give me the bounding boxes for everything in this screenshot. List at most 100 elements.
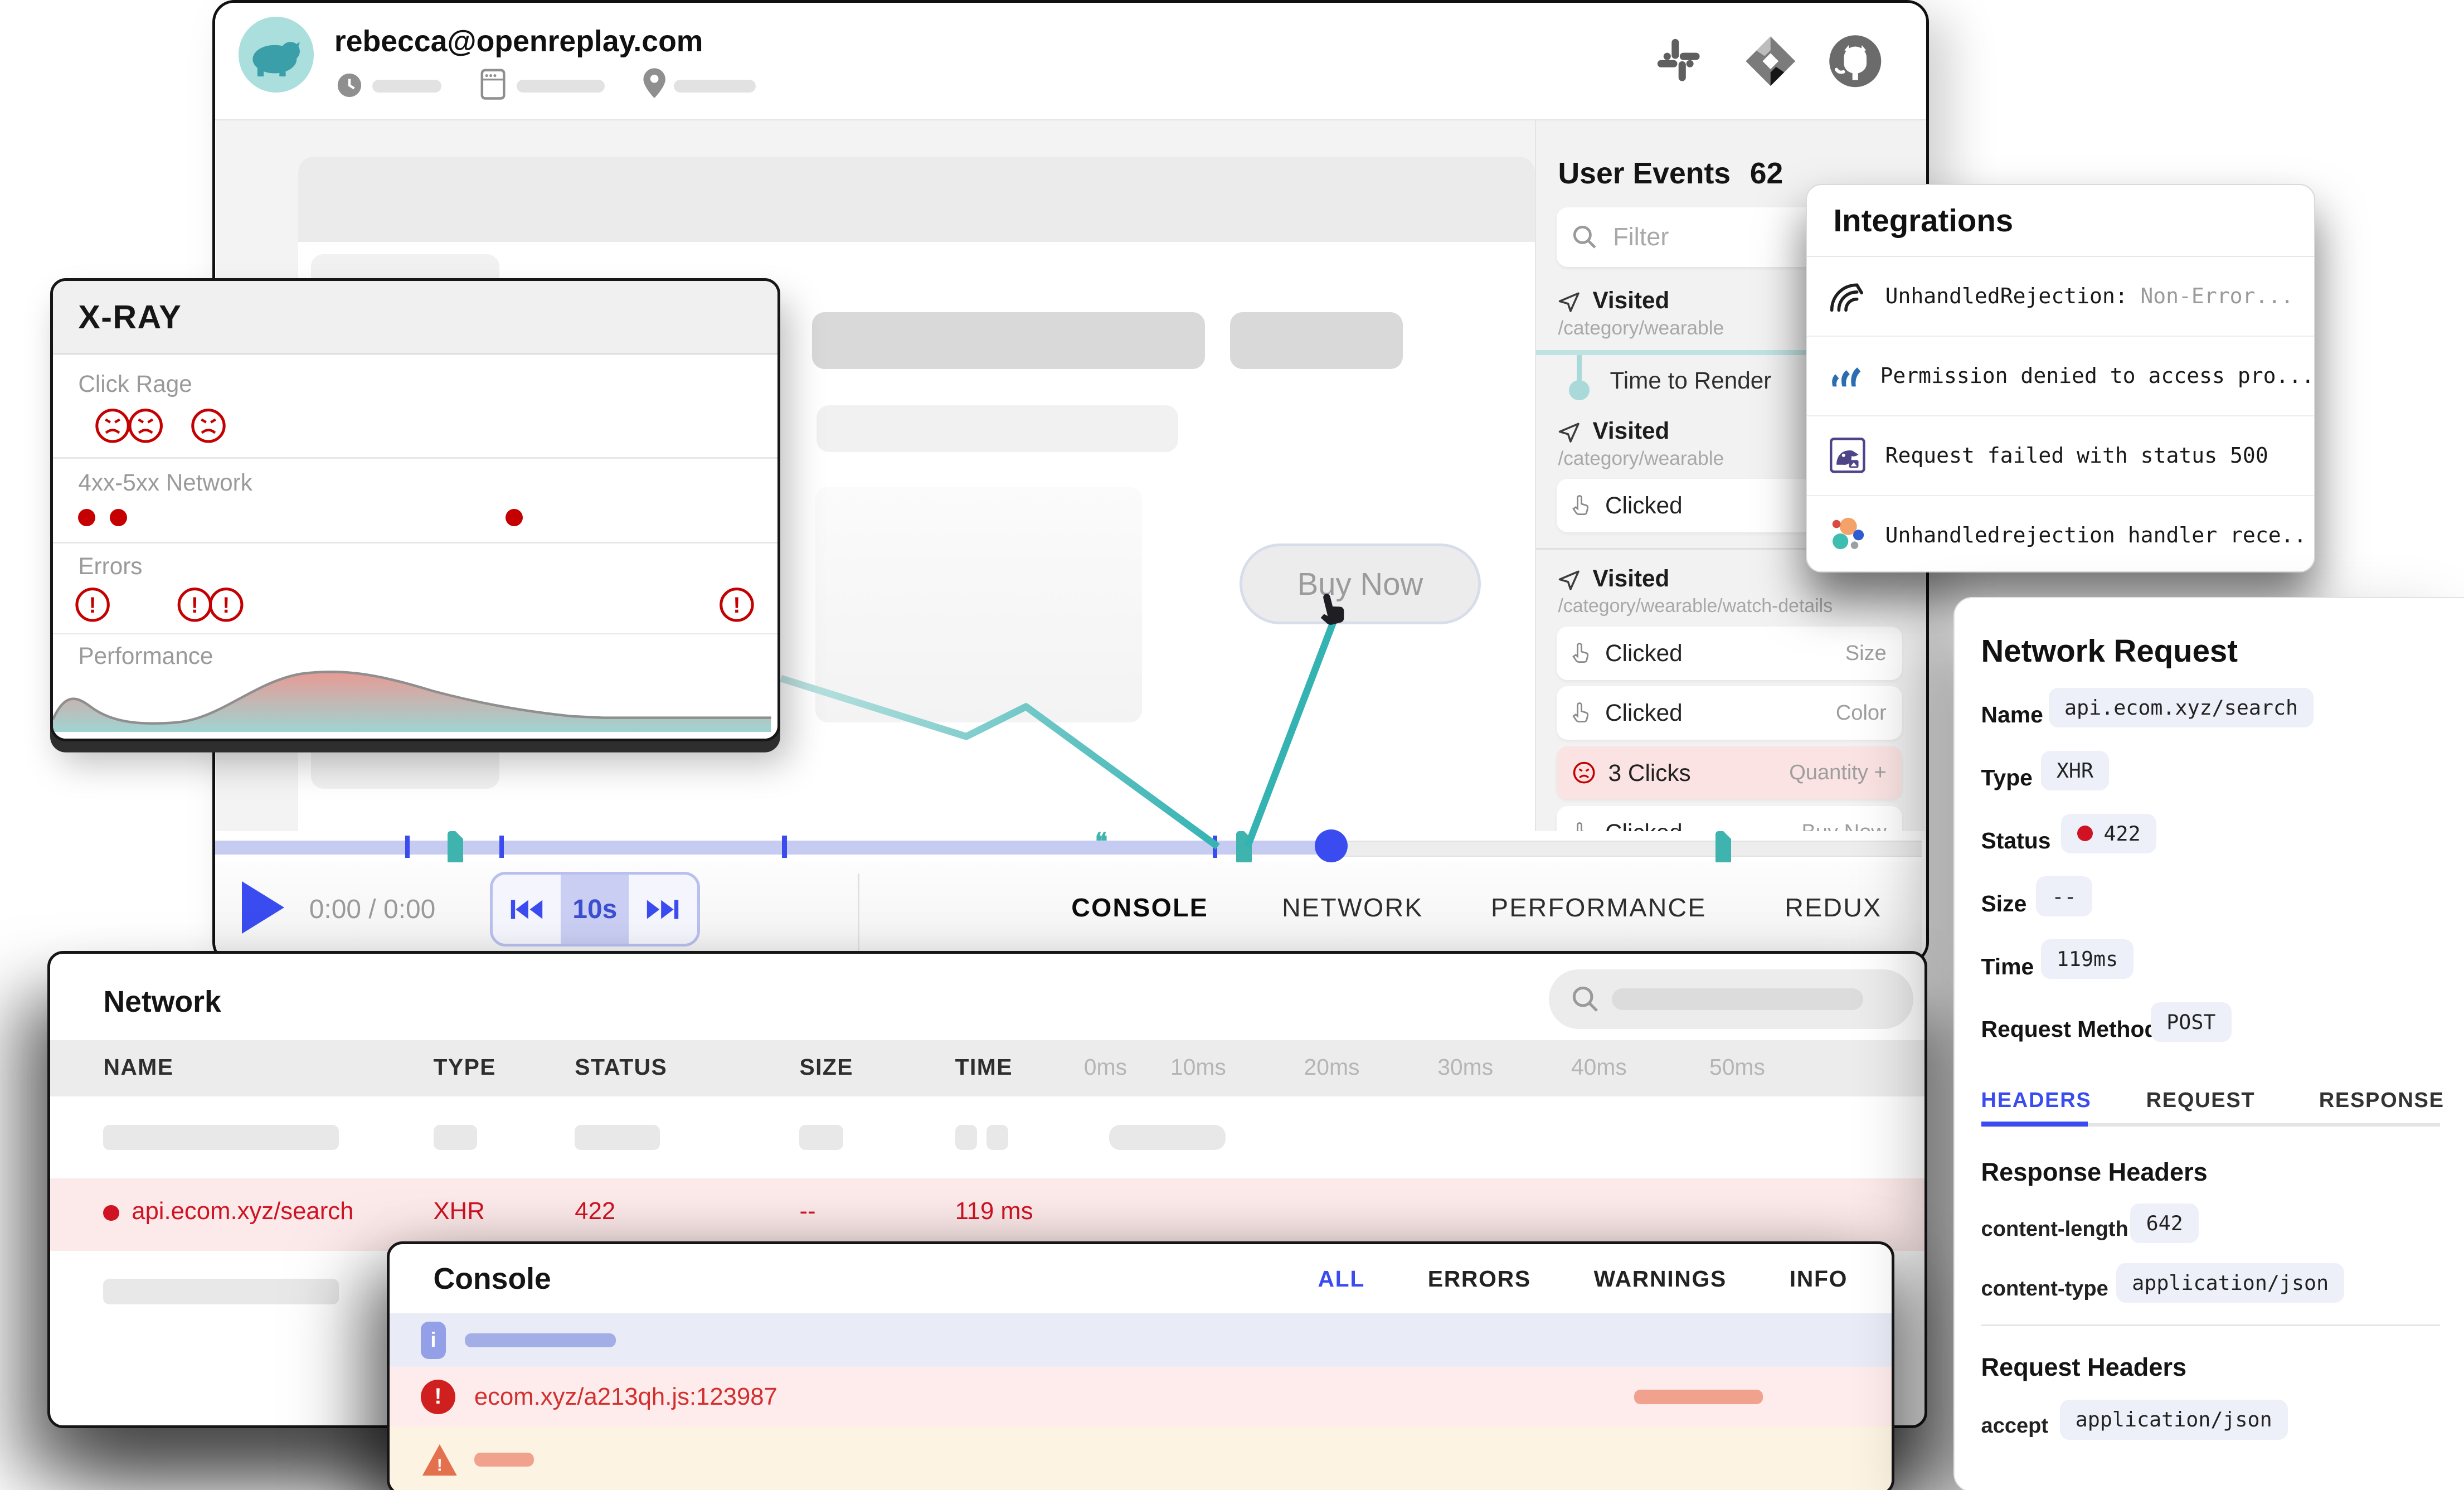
timeline-played-track[interactable] — [215, 841, 1331, 855]
rage-click-markers — [95, 407, 252, 445]
slack-icon[interactable] — [1654, 36, 1703, 84]
integration-elastic-text: Unhandledrejection handler rece.. — [1885, 523, 2307, 547]
network-search-box[interactable] — [1549, 969, 1913, 1029]
field-name-value: api.ecom.xyz/search — [2049, 688, 2314, 727]
event-time-to-render[interactable]: Time to Render — [1610, 367, 1772, 394]
elastic-icon — [1829, 516, 1867, 554]
tab-redux[interactable]: REDUX — [1785, 892, 1882, 923]
rhino-icon — [239, 17, 314, 92]
datadog-icon — [1829, 436, 1867, 474]
waterfall-bar — [1109, 1125, 1226, 1150]
bugsnag-icon — [1829, 357, 1862, 395]
console-row-error[interactable]: ! ecom.xyz/a213qh.js:123987 — [390, 1367, 1892, 1426]
integration-row-elastic[interactable]: Unhandledrejection handler rece.. — [1807, 496, 2315, 573]
network-request-panel: Network Request Name api.ecom.xyz/search… — [1953, 597, 2464, 1489]
network-table-header: NAME TYPE STATUS SIZE TIME 0ms 10ms 20ms… — [50, 1040, 1925, 1097]
click-hand-icon — [1572, 494, 1593, 517]
tab-console[interactable]: CONSOLE — [1071, 892, 1208, 923]
field-status-value: 422 — [2061, 814, 2156, 853]
col-status[interactable]: STATUS — [575, 1054, 667, 1080]
timeline-page-marker[interactable] — [448, 831, 463, 864]
timeline-event-tick — [405, 836, 410, 857]
header-content-type-value: application/json — [2116, 1263, 2344, 1303]
console-row-warning[interactable]: ! — [390, 1426, 1892, 1489]
event-clicked-label: Clicked — [1605, 492, 1683, 519]
xray-divider — [53, 633, 777, 635]
skip-back-icon — [509, 897, 544, 922]
play-button[interactable] — [242, 881, 284, 934]
player-controls: ❝ 0:00 / 0:00 10s — [215, 831, 1922, 962]
tab-performance[interactable]: PERFORMANCE — [1491, 892, 1707, 923]
console-tab-all[interactable]: ALL — [1318, 1266, 1365, 1292]
jira-icon[interactable] — [1742, 33, 1799, 90]
visited-icon — [1558, 421, 1581, 444]
timeline-event-tick — [499, 836, 504, 857]
tab-request[interactable]: REQUEST — [2146, 1089, 2256, 1113]
col-time[interactable]: TIME — [955, 1054, 1013, 1080]
ruler-50ms: 50ms — [1709, 1054, 1765, 1080]
console-row-info[interactable]: i — [390, 1313, 1892, 1367]
console-error-skeleton — [1634, 1390, 1763, 1404]
console-header: Console ALL ERRORS WARNINGS INFO — [390, 1244, 1892, 1313]
visited-icon — [1558, 290, 1581, 314]
replayed-subtitle-skeleton — [817, 405, 1178, 453]
skip-control: 10s — [490, 872, 700, 947]
error-icon: ! — [421, 1380, 455, 1414]
integrations-panel: Integrations UnhandledRejection: Non-Err… — [1806, 184, 2316, 573]
performance-chart — [53, 663, 771, 732]
skip-back-button[interactable] — [493, 875, 561, 944]
timeline-page-marker[interactable] — [1715, 831, 1731, 864]
integration-row-sentry[interactable]: UnhandledRejection: Non-Error... — [1807, 257, 2315, 337]
integration-row-datadog[interactable]: Request failed with status 500 — [1807, 416, 2315, 496]
console-warning-skeleton — [474, 1453, 534, 1467]
tab-network[interactable]: NETWORK — [1282, 892, 1423, 923]
visited-icon — [1558, 569, 1581, 592]
session-browser-skeleton — [517, 80, 605, 93]
timeline-page-marker[interactable] — [1236, 831, 1252, 864]
network-row-skeleton[interactable] — [50, 1103, 1925, 1172]
replayed-product-image-skeleton — [815, 487, 1142, 722]
console-tab-info[interactable]: INFO — [1790, 1266, 1848, 1292]
event-visited-3[interactable]: Visited — [1593, 565, 1670, 592]
user-events-title: User Events 62 — [1558, 157, 1783, 191]
error-row-size: -- — [799, 1197, 815, 1225]
error-row-type: XHR — [434, 1197, 485, 1225]
field-time-value: 119ms — [2041, 939, 2134, 979]
event-rage-clicks-card[interactable]: 3 Clicks Quantity + — [1557, 746, 1902, 800]
timeline-note-marker[interactable]: ❝ — [1095, 828, 1108, 855]
skip-forward-button[interactable] — [629, 875, 697, 944]
integration-row-bugsnag[interactable]: Permission denied to access pro... — [1807, 337, 2315, 416]
network-panel-title: Network — [103, 985, 221, 1019]
col-name[interactable]: NAME — [103, 1054, 173, 1080]
tab-headers[interactable]: HEADERS — [1981, 1089, 2092, 1113]
event-clicked-color-card[interactable]: Clicked Color — [1557, 686, 1902, 740]
github-icon[interactable] — [1827, 33, 1884, 90]
replayed-title-skeleton — [812, 312, 1205, 369]
svg-text:!: ! — [222, 593, 230, 618]
buy-now-button[interactable]: Buy Now — [1240, 543, 1481, 624]
event-visited-2[interactable]: Visited — [1593, 418, 1670, 444]
network-row-error[interactable]: api.ecom.xyz/search XHR 422 -- 119 ms — [50, 1178, 1925, 1251]
error-row-status: 422 — [575, 1197, 615, 1225]
col-type[interactable]: TYPE — [434, 1054, 496, 1080]
event-visited-1[interactable]: Visited — [1593, 287, 1670, 314]
field-type-value: XHR — [2041, 751, 2110, 790]
user-events-count: 62 — [1750, 157, 1783, 190]
event-rage-label: 3 Clicks — [1608, 760, 1691, 787]
request-headers-title: Request Headers — [1981, 1353, 2187, 1382]
event-rage-target: Quantity + — [1789, 761, 1886, 785]
tab-response[interactable]: RESPONSE — [2319, 1089, 2444, 1113]
timeline-event-tick — [782, 836, 786, 857]
timeline-playhead[interactable] — [1315, 829, 1348, 862]
console-tab-warnings[interactable]: WARNINGS — [1594, 1266, 1727, 1292]
field-size-label: Size — [1981, 891, 2027, 917]
ttr-stem — [1577, 355, 1581, 384]
xray-divider — [53, 457, 777, 459]
timeline-remaining-track[interactable] — [1330, 841, 1921, 857]
console-tab-errors[interactable]: ERRORS — [1428, 1266, 1531, 1292]
error-dot-icon — [103, 1205, 119, 1221]
network-error-marker — [506, 509, 523, 526]
skip-interval-value[interactable]: 10s — [561, 875, 629, 944]
col-size[interactable]: SIZE — [799, 1054, 853, 1080]
event-clicked-size-card[interactable]: Clicked Size — [1557, 627, 1902, 680]
